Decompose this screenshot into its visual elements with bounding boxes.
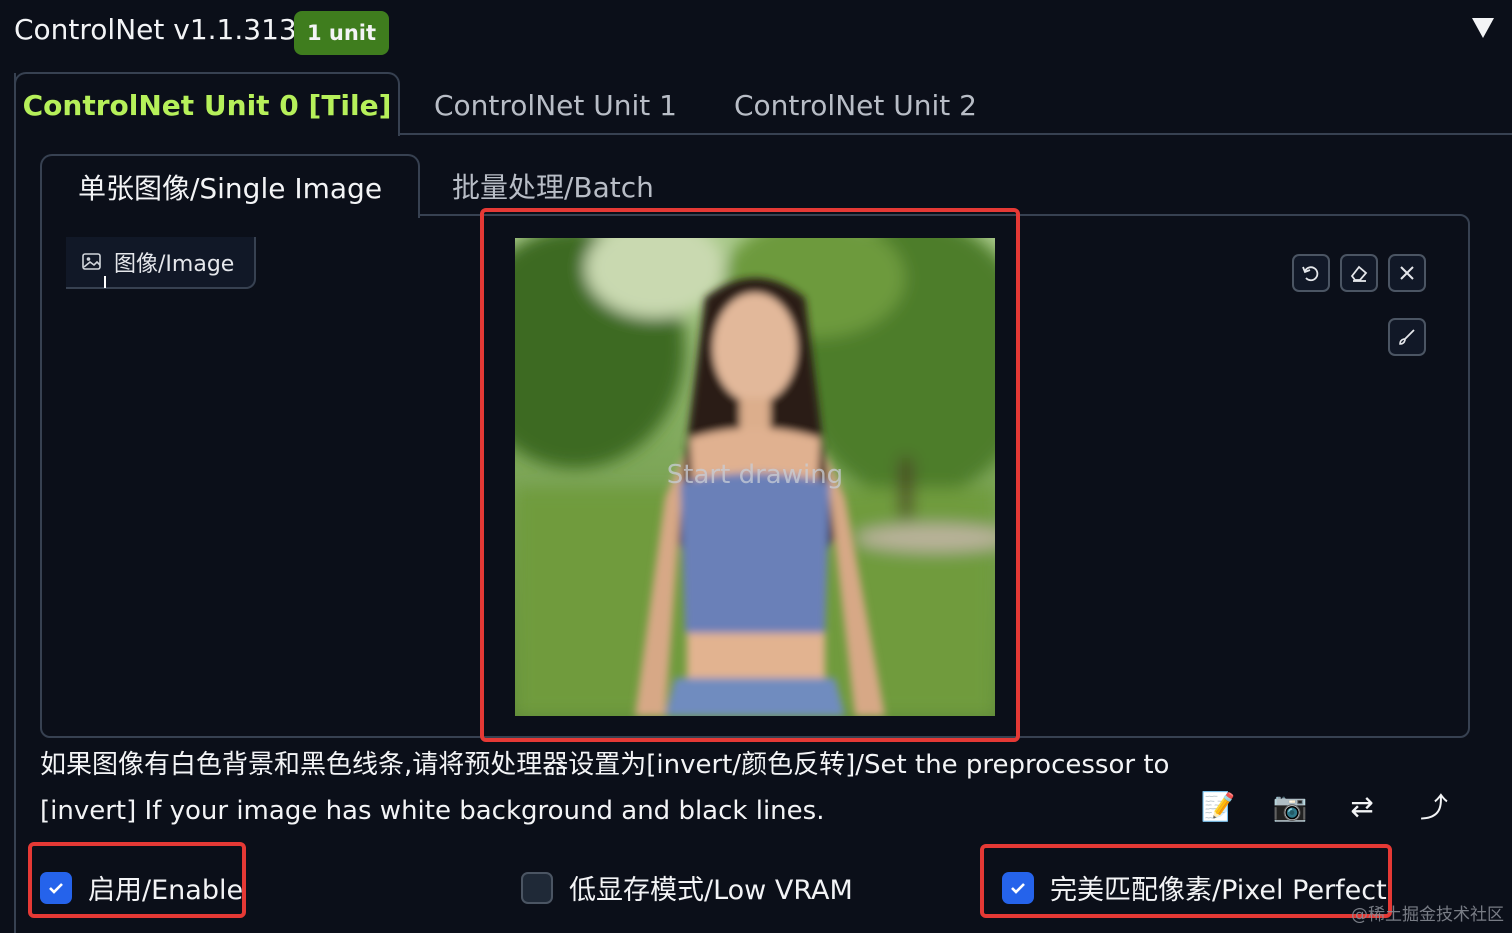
image-field-label: 图像/Image [66,237,256,289]
watermark: @稀土掘金技术社区 [1351,905,1504,925]
low-vram-label: 低显存模式/Low VRAM [569,875,853,906]
swap-icon[interactable]: ⇄ [1342,786,1382,826]
text-cursor [104,276,106,288]
camera-icon[interactable]: 📷 [1270,786,1310,826]
clear-button[interactable] [1388,254,1426,292]
tab-controlnet-unit-1[interactable]: ControlNet Unit 1 [434,84,677,128]
tab-bar-divider [398,133,1512,135]
image-icon [82,252,102,272]
memo-icon[interactable]: 📝 [1198,786,1238,826]
eraser-button[interactable] [1340,254,1378,292]
invert-hint-text: 如果图像有白色背景和黑色线条,请将预处理器设置为[invert/颜色反转]/Se… [40,750,1170,826]
panel-title: ControlNet v1.1.313 [14,13,297,46]
collapse-triangle-icon[interactable] [1472,18,1494,38]
image-label-text: 图像/Image [114,252,235,277]
low-vram-option[interactable]: 低显存模式/Low VRAM [521,868,853,907]
image-highlight-box [480,208,1020,742]
close-icon [1400,266,1414,280]
undo-button[interactable] [1292,254,1330,292]
low-vram-checkbox[interactable] [521,871,553,904]
enable-highlight-box [28,842,246,918]
send-up-icon[interactable]: ⤴ [1414,786,1454,826]
undo-icon [1302,266,1319,282]
tab-batch[interactable]: 批量处理/Batch [452,166,654,210]
unit-count-badge: 1 unit [294,11,389,55]
eraser-icon [1350,265,1368,282]
tab-single-image[interactable]: 单张图像/Single Image [40,154,420,218]
tab-controlnet-unit-0[interactable]: ControlNet Unit 0 [Tile] [14,72,400,136]
tab-controlnet-unit-2[interactable]: ControlNet Unit 2 [734,84,977,128]
pixel-perfect-highlight-box [980,844,1392,918]
brush-icon [1399,329,1415,345]
brush-button[interactable] [1388,318,1426,356]
